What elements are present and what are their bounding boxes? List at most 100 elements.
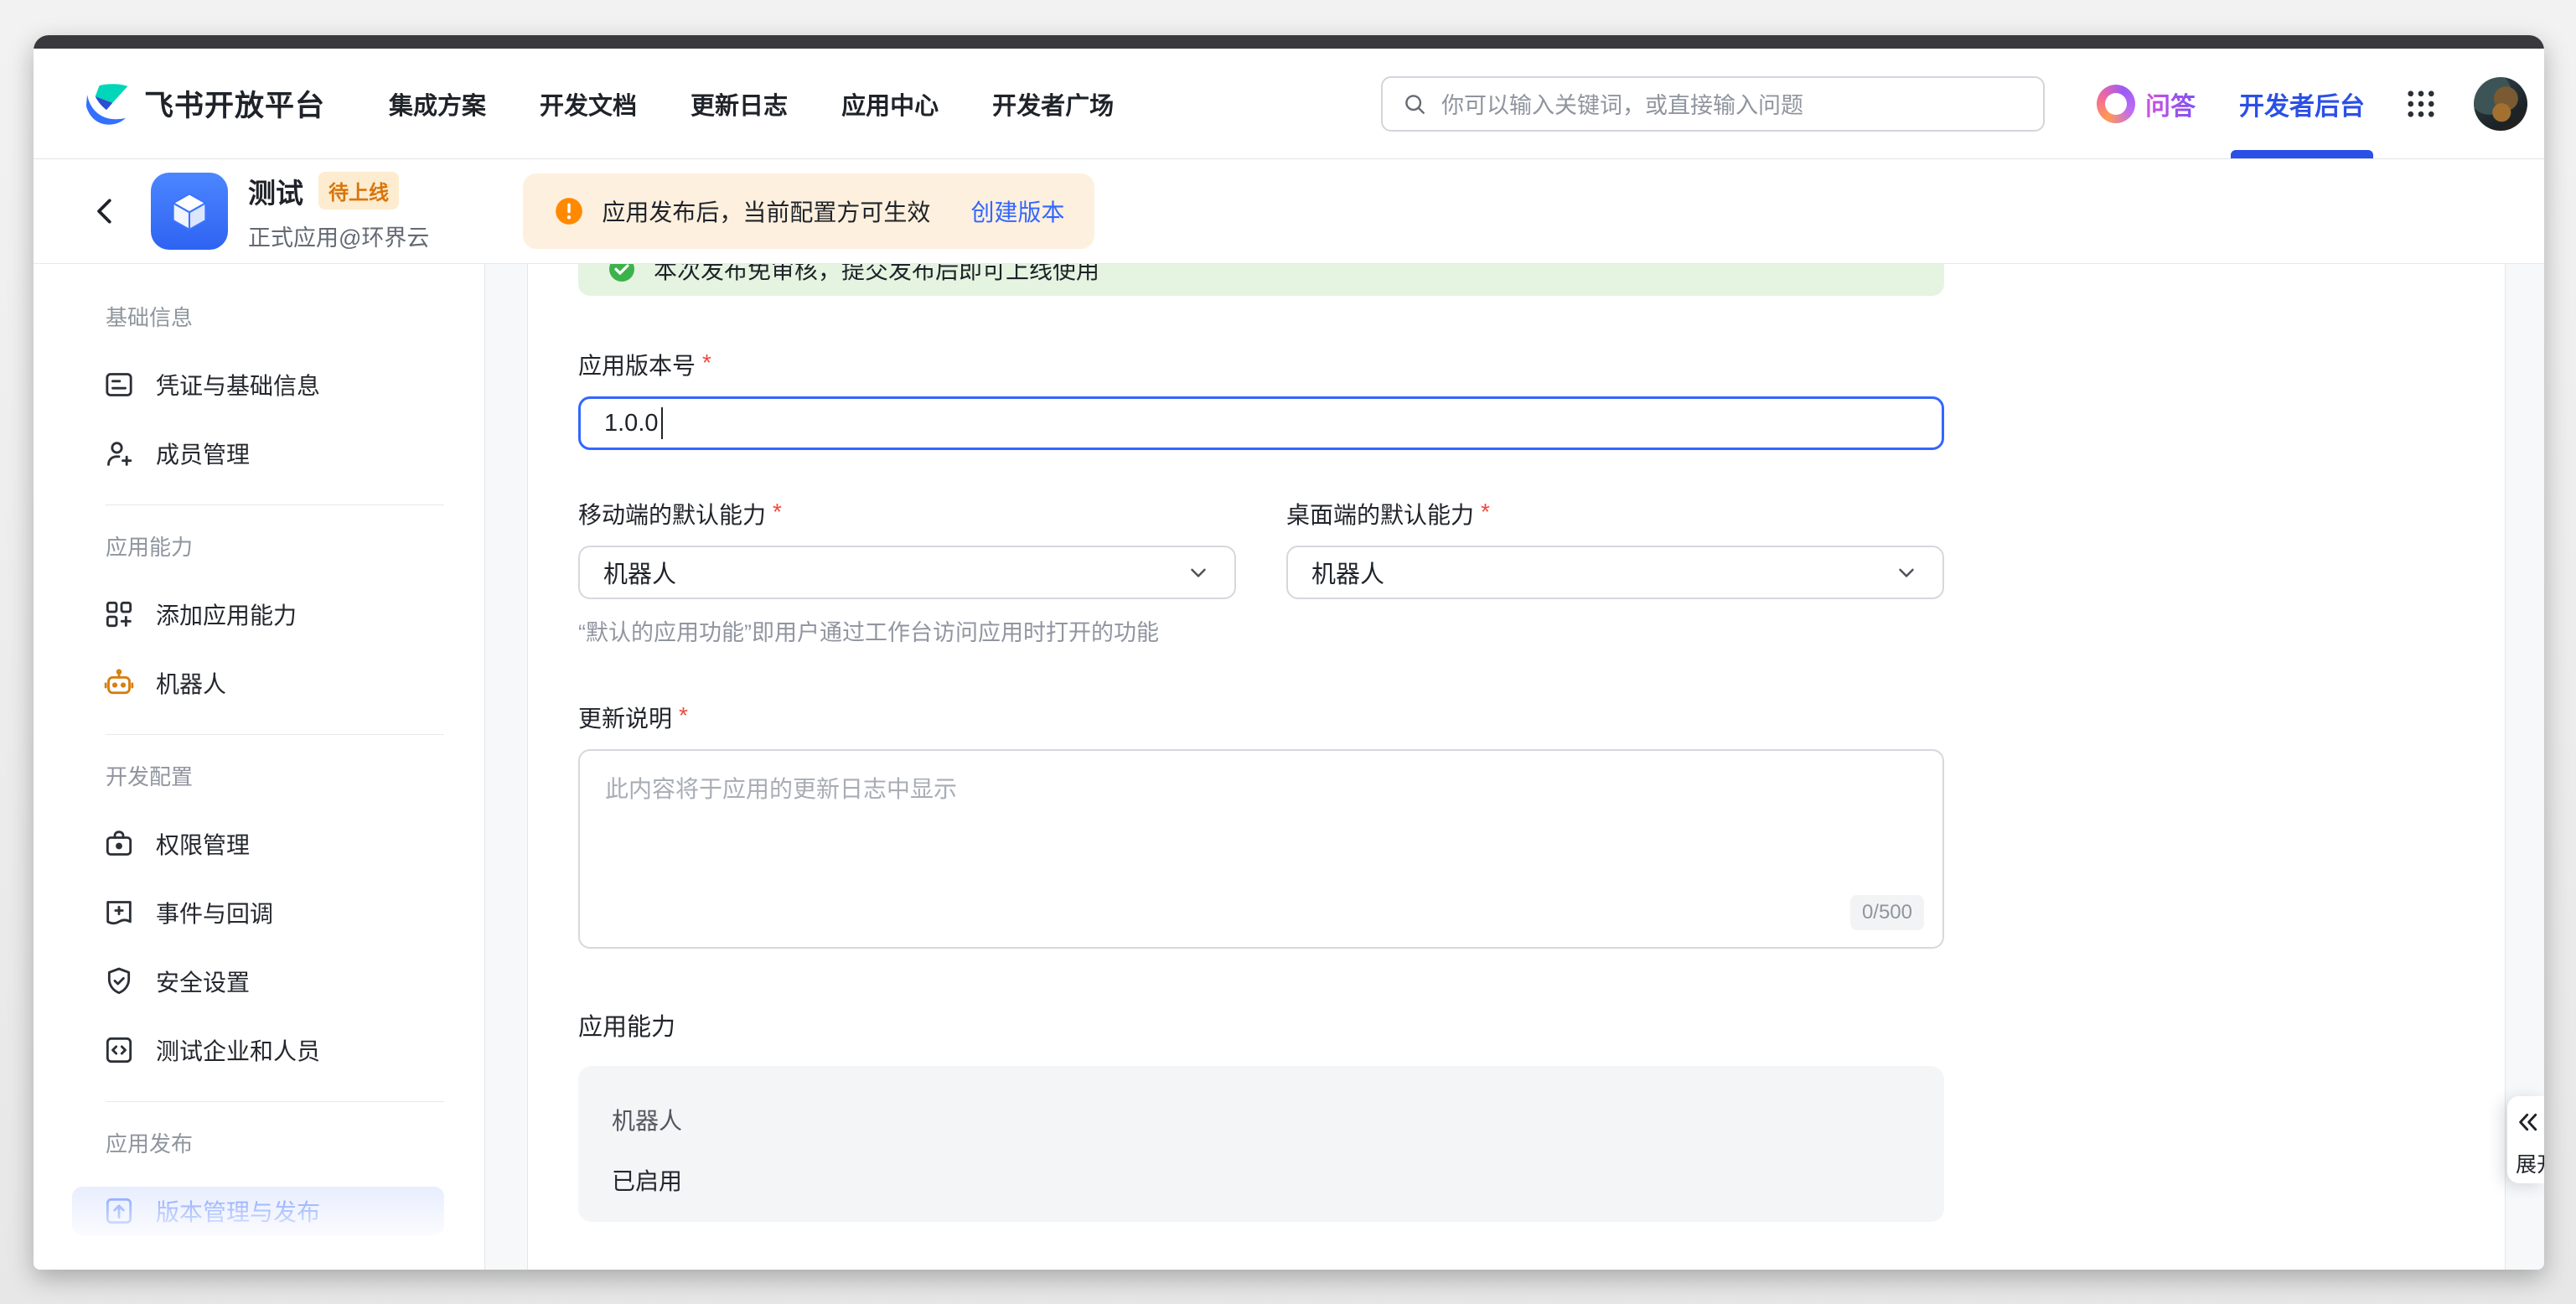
sidebar-section-dev-config: 开发配置	[106, 760, 484, 791]
char-counter: 0/500	[1850, 895, 1924, 930]
sidebar-scrollbar-track[interactable]	[484, 264, 528, 1270]
sidebar-item-label: 权限管理	[156, 827, 250, 861]
main-content: 本次发布免审核，提交发布后即可上线使用 应用版本号 * 1.0.0 移动端的默认…	[528, 264, 2505, 1270]
desktop-capability-value: 机器人	[1311, 555, 1384, 590]
search-input[interactable]: 你可以输入关键词，或直接输入问题	[1381, 76, 2045, 132]
sidebar-item-security[interactable]: 安全设置	[72, 957, 444, 1006]
sidebar-item-label: 版本管理与发布	[156, 1194, 320, 1228]
sidebar-item-version-release[interactable]: 版本管理与发布	[72, 1187, 444, 1235]
review-exempt-text: 本次发布免审核，提交发布后即可上线使用	[654, 264, 1099, 286]
upload-box-icon	[102, 1194, 136, 1228]
version-input[interactable]: 1.0.0	[578, 396, 1944, 450]
nav-item-dev-plaza[interactable]: 开发者广场	[992, 86, 1114, 122]
user-avatar[interactable]	[2474, 77, 2527, 131]
chevrons-left-icon	[2516, 1110, 2541, 1135]
nav-item-app-center[interactable]: 应用中心	[841, 86, 939, 122]
publish-warning-banner: 应用发布后，当前配置方可生效 创建版本	[523, 173, 1094, 249]
browser-window: 飞书开放平台 集成方案 开发文档 更新日志 应用中心 开发者广场 你可以输入关键…	[34, 35, 2544, 1270]
sidebar-item-permissions[interactable]: 权限管理	[72, 820, 444, 868]
back-button[interactable]	[85, 191, 126, 231]
version-label: 应用版本号 *	[578, 348, 2505, 381]
sidebar-item-label: 事件与回调	[156, 896, 273, 929]
sidebar: 基础信息 凭证与基础信息 成员管理 应用能力	[34, 264, 484, 1270]
platform-title: 飞书开放平台	[144, 82, 325, 125]
update-notes-textarea[interactable]: 此内容将于应用的更新日志中显示 0/500	[578, 749, 1944, 949]
capability-status: 已启用	[612, 1163, 1911, 1197]
sidebar-divider	[106, 1262, 444, 1263]
status-badge: 待上线	[318, 172, 399, 210]
qa-label: 问答	[2145, 85, 2196, 122]
sidebar-item-events[interactable]: 事件与回调	[72, 888, 444, 937]
desktop-capability-label: 桌面端的默认能力 *	[1286, 497, 1944, 530]
required-mark: *	[1481, 500, 1490, 524]
sidebar-item-test-company[interactable]: 测试企业和人员	[72, 1026, 444, 1074]
text-caret	[661, 407, 663, 439]
sidebar-item-add-capability[interactable]: 添加应用能力	[72, 590, 444, 639]
sidebar-section-basic-info: 基础信息	[106, 301, 484, 332]
sidebar-item-credentials[interactable]: 凭证与基础信息	[72, 360, 444, 409]
search-placeholder: 你可以输入关键词，或直接输入问题	[1441, 87, 1803, 120]
feishu-logo-icon	[82, 80, 131, 128]
sidebar-item-label: 安全设置	[156, 965, 250, 998]
feishu-logo[interactable]: 飞书开放平台	[82, 80, 325, 128]
update-notes-label: 更新说明 *	[578, 701, 2505, 734]
app-meta: 测试 待上线 正式应用@环界云	[248, 171, 429, 252]
mobile-capability-label: 移动端的默认能力 *	[578, 497, 1236, 530]
chevron-left-icon	[90, 195, 122, 227]
create-version-link[interactable]: 创建版本	[970, 194, 1064, 228]
warning-text: 应用发布后，当前配置方可生效	[602, 194, 930, 228]
capability-name: 机器人	[612, 1103, 1911, 1136]
app-subtitle: 正式应用@环界云	[248, 220, 429, 252]
sidebar-section-capabilities: 应用能力	[106, 530, 484, 561]
app-header-bar: 测试 待上线 正式应用@环界云 应用发布后，当前配置方可生效 创建版本	[34, 159, 2544, 264]
default-capability-hint: “默认的应用功能”即用户通过工作台访问应用时打开的功能	[578, 614, 1236, 647]
sidebar-divider	[106, 1101, 444, 1102]
sidebar-item-label: 机器人	[156, 666, 226, 700]
cube-app-icon	[151, 173, 228, 250]
top-navigation: 飞书开放平台 集成方案 开发文档 更新日志 应用中心 开发者广场 你可以输入关键…	[34, 49, 2544, 159]
event-callback-icon	[102, 896, 136, 929]
expand-label: 展开	[2516, 1148, 2544, 1178]
update-notes-placeholder: 此内容将于应用的更新日志中显示	[605, 771, 1917, 805]
shield-check-icon	[102, 965, 136, 998]
expand-panel-button[interactable]: 展开	[2507, 1096, 2544, 1183]
permission-case-icon	[102, 827, 136, 861]
review-exempt-banner: 本次发布免审核，提交发布后即可上线使用	[578, 264, 1944, 296]
grid-add-icon	[102, 598, 136, 631]
nav-item-docs[interactable]: 开发文档	[540, 86, 637, 122]
sidebar-item-label: 测试企业和人员	[156, 1033, 320, 1067]
sidebar-item-members[interactable]: 成员管理	[72, 429, 444, 478]
capability-panel: 机器人 已启用	[578, 1066, 1944, 1222]
code-box-icon	[102, 1033, 136, 1067]
warning-circle-icon	[553, 195, 585, 227]
mobile-capability-value: 机器人	[603, 555, 676, 590]
nav-item-integration[interactable]: 集成方案	[389, 86, 486, 122]
mobile-capability-select[interactable]: 机器人	[578, 546, 1236, 599]
required-mark: *	[773, 500, 782, 524]
apps-grid-icon[interactable]	[2403, 86, 2439, 122]
nav-item-changelog[interactable]: 更新日志	[691, 86, 788, 122]
sidebar-section-release: 应用发布	[106, 1127, 484, 1158]
chevron-down-icon	[1186, 560, 1211, 585]
nav-item-developer-console[interactable]: 开发者后台	[2239, 49, 2365, 158]
robot-icon	[102, 666, 136, 700]
version-value: 1.0.0	[604, 410, 659, 437]
search-icon	[1401, 91, 1428, 117]
sidebar-item-bot[interactable]: 机器人	[72, 659, 444, 707]
page-body: 基础信息 凭证与基础信息 成员管理 应用能力	[34, 264, 2544, 1270]
sidebar-item-label: 成员管理	[156, 437, 250, 470]
sidebar-item-label: 添加应用能力	[156, 598, 297, 631]
capability-section-title: 应用能力	[578, 1007, 2505, 1043]
check-circle-icon	[607, 264, 637, 284]
chevron-down-icon	[1894, 560, 1919, 585]
id-card-icon	[102, 368, 136, 401]
qa-link[interactable]: 问答	[2097, 85, 2196, 123]
desktop-capability-select[interactable]: 机器人	[1286, 546, 1944, 599]
required-mark: *	[679, 704, 688, 727]
qa-ring-icon	[2097, 85, 2135, 123]
sidebar-divider	[106, 734, 444, 735]
member-add-icon	[102, 437, 136, 470]
sidebar-item-label: 凭证与基础信息	[156, 368, 320, 401]
window-titlebar	[34, 35, 2544, 49]
required-mark: *	[702, 351, 711, 375]
